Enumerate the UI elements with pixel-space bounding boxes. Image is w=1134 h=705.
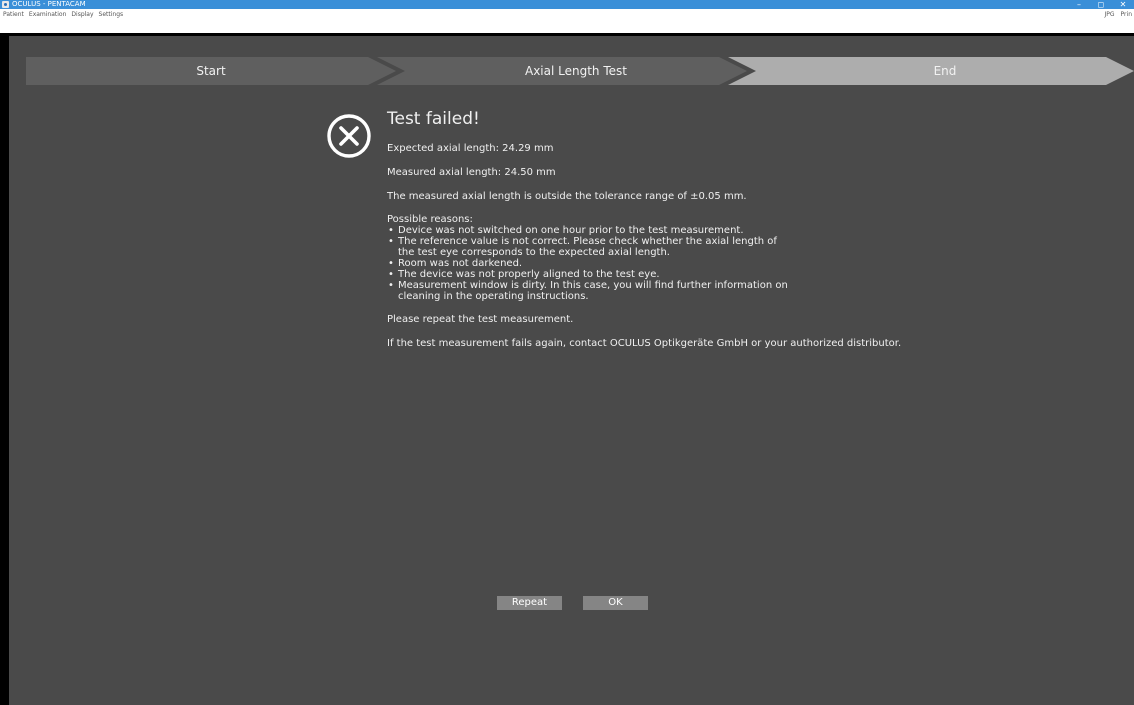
reasons-title: Possible reasons:: [387, 214, 473, 225]
contact-note: If the test measurement fails again, con…: [387, 338, 902, 349]
menu-display[interactable]: Display: [71, 11, 93, 18]
reason-item: Measurement window is dirty. In this cas…: [387, 280, 1107, 302]
window-title: OCULUS - PENTACAM: [12, 0, 86, 8]
repeat-note: Please repeat the test measurement.: [387, 314, 574, 325]
restore-icon[interactable]: ◻: [1090, 0, 1112, 9]
reason-item: The reference value is not correct. Plea…: [387, 236, 1107, 258]
reasons-list: Device was not switched on one hour prio…: [387, 225, 1107, 302]
repeat-button[interactable]: Repeat: [497, 596, 562, 610]
expected-length: Expected axial length: 24.29 mm: [387, 143, 554, 154]
menu-bar: Patient Examination Display Settings JPG…: [0, 9, 1134, 36]
menu-jpg[interactable]: JPG: [1105, 11, 1115, 18]
tolerance-message: The measured axial length is outside the…: [387, 191, 747, 202]
step-end-label: End: [933, 64, 957, 78]
title-bar: OCULUS - PENTACAM – ◻ ✕: [0, 0, 1134, 9]
main-panel: Start Axial Length Test End Test failed!…: [9, 36, 1134, 705]
result-message: Test failed! Expected axial length: 24.2…: [387, 108, 1107, 350]
result-heading: Test failed!: [387, 109, 480, 129]
reason-item: The device was not properly aligned to t…: [387, 269, 1107, 280]
step-axial-label: Axial Length Test: [525, 64, 627, 78]
error-circle-x-icon: [327, 114, 371, 158]
menu-print[interactable]: Prin: [1121, 11, 1132, 18]
measured-length: Measured axial length: 24.50 mm: [387, 167, 556, 178]
minimize-icon[interactable]: –: [1068, 0, 1090, 9]
menu-patient[interactable]: Patient: [3, 11, 24, 18]
window-controls: – ◻ ✕: [1068, 0, 1134, 9]
wizard-steps: Start Axial Length Test End: [26, 57, 1134, 85]
reason-item: Room was not darkened.: [387, 258, 1107, 269]
reason-item: Device was not switched on one hour prio…: [387, 225, 1107, 236]
menu-settings[interactable]: Settings: [99, 11, 124, 18]
app-logo-icon: [2, 1, 9, 8]
menu-examination[interactable]: Examination: [29, 11, 67, 18]
step-start-label: Start: [196, 64, 226, 78]
close-icon[interactable]: ✕: [1112, 0, 1134, 9]
ok-button[interactable]: OK: [583, 596, 648, 610]
